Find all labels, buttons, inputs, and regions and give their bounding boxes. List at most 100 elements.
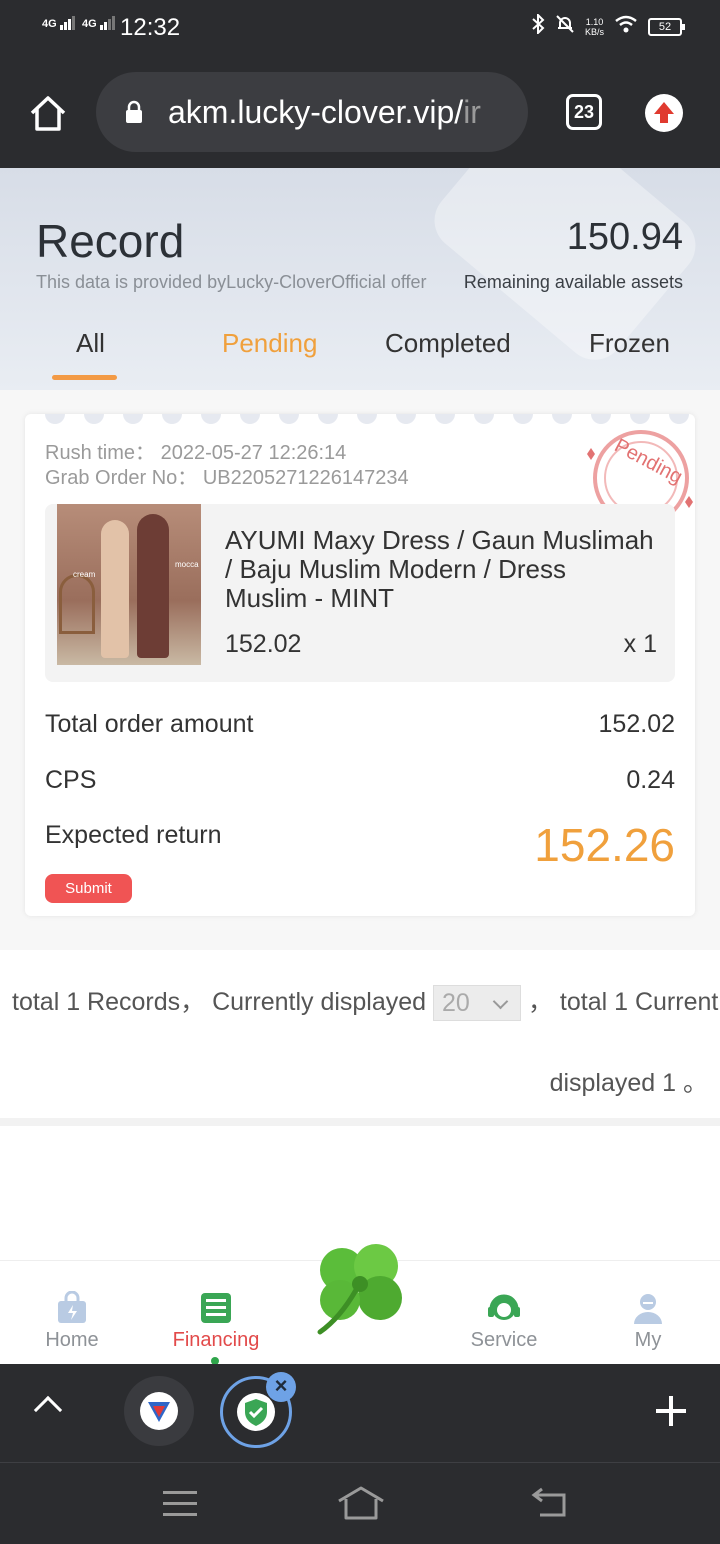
- menu-icon[interactable]: [163, 1491, 197, 1517]
- net-speed-value: 1.10: [585, 16, 604, 27]
- tab-frozen[interactable]: Frozen: [589, 328, 670, 359]
- system-nav-bar: [0, 1462, 720, 1544]
- model-figure: [137, 514, 169, 658]
- product-quantity: x 1: [623, 630, 657, 658]
- headset-icon: [488, 1294, 520, 1320]
- section-divider: [0, 1118, 720, 1126]
- nav-financing-label: Financing: [172, 1329, 260, 1351]
- tab-all[interactable]: All: [76, 328, 105, 359]
- record-card: Rush time： 2022-05-27 12:26:14 Grab Orde…: [25, 414, 695, 916]
- page-title: Record: [36, 215, 185, 267]
- nav-service[interactable]: Service: [444, 1291, 564, 1352]
- mute-bell-icon: [555, 14, 575, 39]
- card-perforation: [201, 414, 221, 424]
- pagination-prefix: total 1 Records， Currently displayed: [12, 988, 427, 1016]
- signal-1-icon: 4G: [42, 16, 76, 30]
- model-figure: [101, 520, 129, 658]
- card-perforation: [396, 414, 416, 424]
- upload-icon[interactable]: [645, 94, 683, 132]
- order-number: Grab Order No： UB2205271226147234: [45, 467, 409, 489]
- browser-home-button[interactable]: [28, 93, 68, 133]
- url-overflow: ir: [463, 94, 481, 130]
- bluetooth-icon: [531, 12, 545, 39]
- net-speed-unit: KB/s: [584, 26, 604, 37]
- card-perforation: [357, 414, 377, 424]
- system-home-icon[interactable]: [337, 1485, 385, 1521]
- clipboard-icon: [201, 1293, 231, 1323]
- card-perforation: [435, 414, 455, 424]
- new-tab-plus-icon[interactable]: [652, 1392, 690, 1430]
- product-price: 152.02: [225, 630, 302, 658]
- url-field[interactable]: akm.lucky-clover.vip/ir: [96, 72, 528, 152]
- tab-completed[interactable]: Completed: [385, 328, 511, 359]
- card-perforation: [630, 414, 650, 424]
- chair-shape: [59, 574, 95, 634]
- card-perforation: [552, 414, 572, 424]
- wifi-icon: [614, 15, 638, 38]
- user-icon: [634, 1294, 662, 1324]
- nav-home[interactable]: Home: [12, 1291, 132, 1352]
- product-image: cream mocca: [57, 504, 201, 665]
- battery-icon: 52: [648, 17, 685, 36]
- card-perforation: [669, 414, 689, 424]
- card-perforation: [513, 414, 533, 424]
- total-order-value: 152.02: [598, 710, 675, 738]
- pagination: total 1 Records， Currently displayed 20 …: [0, 958, 720, 1118]
- card-perforation: [318, 414, 338, 424]
- image-label-left: cream: [73, 570, 96, 579]
- browser-bottom-bar: ×: [0, 1364, 720, 1462]
- card-perforation: [45, 414, 65, 424]
- submit-button[interactable]: Submit: [45, 874, 132, 903]
- close-tab-icon[interactable]: ×: [266, 1372, 296, 1402]
- card-perforation: [591, 414, 611, 424]
- lock-icon: [126, 100, 142, 123]
- nav-home-label: Home: [45, 1329, 99, 1351]
- card-perforation: [84, 414, 104, 424]
- tab-pending[interactable]: Pending: [222, 328, 317, 359]
- signal-1-label: 4G: [42, 18, 57, 30]
- nav-service-label: Service: [470, 1329, 538, 1351]
- image-label-right: mocca: [175, 560, 199, 569]
- page-size-value: 20: [442, 989, 470, 1018]
- cps-value: 0.24: [626, 766, 675, 794]
- record-list: Rush time： 2022-05-27 12:26:14 Grab Orde…: [0, 390, 720, 950]
- product-row[interactable]: cream mocca AYUMI Maxy Dress / Gaun Musl…: [45, 504, 675, 682]
- browser-url-bar: akm.lucky-clover.vip/ir 23: [0, 58, 720, 168]
- url-text: akm.lucky-clover.vip/ir: [168, 94, 481, 131]
- chevron-up-icon[interactable]: [33, 1395, 63, 1425]
- net-speed: 1.10 KB/s: [585, 17, 604, 37]
- status-time: 12:32: [120, 14, 181, 41]
- back-icon[interactable]: [530, 1487, 568, 1519]
- cps-label: CPS: [45, 766, 97, 794]
- card-perforation: [162, 414, 182, 424]
- pagination-line-2: displayed 1 。: [549, 1069, 708, 1097]
- nav-my-label: My: [634, 1329, 662, 1351]
- pagination-suffix: ， total 1 Currently: [527, 988, 720, 1016]
- home-icon: [30, 96, 66, 131]
- card-perforation: [474, 414, 494, 424]
- card-perforation: [123, 414, 143, 424]
- nav-financing[interactable]: Financing: [156, 1291, 276, 1352]
- expected-return-label: Expected return: [45, 821, 222, 849]
- tab-switcher-button[interactable]: 23: [566, 94, 602, 130]
- page-size-select[interactable]: 20: [433, 985, 522, 1022]
- status-bar: 4G 4G 12:32 1.10 KB/s 52: [0, 0, 720, 58]
- clover-logo-icon[interactable]: [300, 1238, 418, 1338]
- home-bag-icon: [58, 1291, 86, 1323]
- card-perforation: [240, 414, 260, 424]
- expected-return-value: 152.26: [534, 819, 675, 871]
- active-tab-indicator: [52, 375, 117, 380]
- browser-tab-thumbnail-1[interactable]: [124, 1376, 194, 1446]
- total-order-label: Total order amount: [45, 710, 254, 738]
- card-perforation: [279, 414, 299, 424]
- product-name: AYUMI Maxy Dress / Gaun Muslimah / Baju …: [225, 525, 654, 613]
- shield-icon: [237, 1393, 275, 1431]
- url-main: akm.lucky-clover.vip/: [168, 94, 464, 130]
- remaining-assets-label: Remaining available assets: [463, 272, 683, 292]
- app-logo-icon: [140, 1392, 178, 1430]
- pagination-line-1: total 1 Records， Currently displayed 20 …: [12, 982, 720, 1022]
- signal-2-icon: 4G: [82, 16, 116, 30]
- remaining-assets-value: 150.94: [566, 216, 683, 258]
- record-header: Record 150.94 This data is provided byLu…: [0, 168, 720, 390]
- nav-my[interactable]: My: [588, 1291, 708, 1352]
